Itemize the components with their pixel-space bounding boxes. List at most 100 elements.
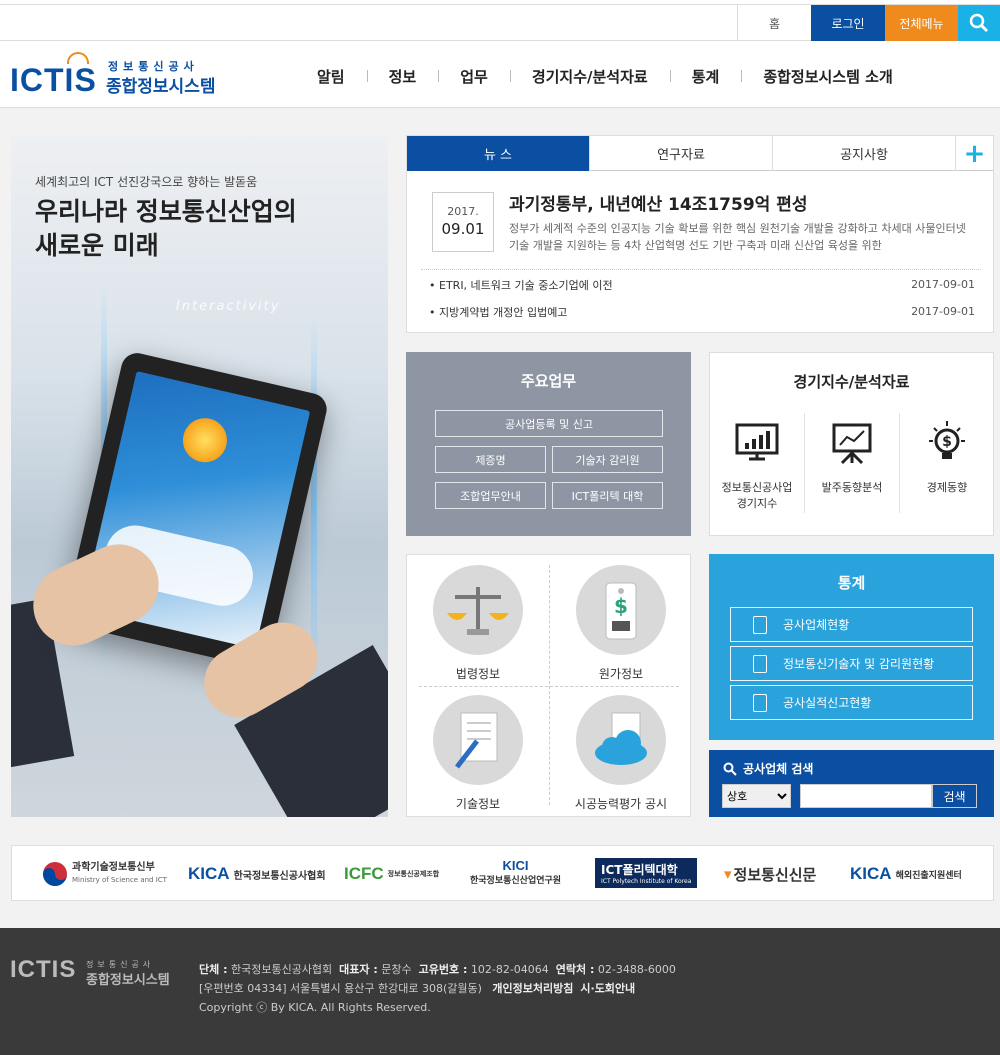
partner-logos: 과학기술정보통신부 Ministry of Science and ICT KIC…	[11, 845, 994, 901]
partner-logo-kica[interactable]: KICA 한국정보통신공사협회	[188, 860, 326, 888]
list-item[interactable]: • 지방계약법 개정안 입법예고 2017-09-01	[421, 299, 981, 324]
document-icon	[753, 616, 767, 634]
hero-title-line2: 새로운 미래	[35, 231, 159, 260]
main-business-title: 주요업무	[520, 372, 577, 390]
footer-line2: [우편번호 04334] 서울특별시 용산구 한강대로 308(갈월동) 개인정…	[199, 982, 636, 995]
stats-title: 통계	[837, 574, 866, 592]
svg-text:$: $	[614, 594, 628, 618]
news-date: 2017-09-01	[911, 278, 975, 291]
search-icon	[723, 762, 737, 776]
info-item-label: 시공능력평가 공시	[574, 797, 668, 811]
site-header: ICTIS 정보통신공사 종합정보시스템 알림 정보 업무 경기지수/분석자료 …	[0, 42, 1000, 108]
info-item-cost[interactable]: $ 원가정보	[550, 555, 692, 685]
chart-monitor-icon	[735, 423, 779, 461]
hero-banner: 세계최고의 ICT 선진강국으로 향하는 발돋움 우리나라 정보통신산업의 새로…	[11, 135, 388, 817]
stats-item-label: 공사업체현황	[783, 618, 850, 632]
registration-button[interactable]: 공사업등록 및 신고	[435, 410, 663, 437]
nav-item-work[interactable]: 업무	[438, 66, 510, 87]
search-type-select[interactable]: 상호	[722, 784, 791, 808]
partner-logo-polytech[interactable]: ICT폴리텍대학 ICT Polytech Institute of Korea	[595, 858, 698, 888]
partner-logo-newspaper[interactable]: ▾ 정보통신신문	[724, 860, 816, 888]
city-branch-link[interactable]: 시·도회안내	[580, 982, 635, 995]
svg-text:$: $	[942, 434, 952, 450]
privacy-policy-link[interactable]: 개인정보처리방침	[492, 982, 573, 995]
news-title: • 지방계약법 개정안 입법예고	[429, 305, 568, 319]
news-panel: 뉴 스 연구자료 공지사항 + 2017. 09.01 과기정통부, 내년예산 …	[406, 135, 994, 333]
hero-title: 우리나라 정보통신산업의 새로운 미래	[35, 195, 355, 263]
price-tag-icon: $	[576, 565, 666, 655]
more-plus-icon[interactable]: +	[956, 136, 993, 171]
stats-company-button[interactable]: 공사업체현황	[730, 607, 973, 642]
company-search-title: 공사업체 검색	[723, 760, 813, 777]
presentation-board-icon	[832, 423, 872, 465]
info-panel: 법령정보 $ 원가정보 기술정보 시공능력평가 공시	[406, 554, 691, 817]
info-item-label: 법령정보	[455, 667, 501, 681]
document-icon	[753, 655, 767, 673]
logo-sub2: 종합정보시스템	[106, 77, 216, 97]
index-item-economy[interactable]: $ 경제동향	[900, 413, 994, 523]
featured-headline[interactable]: 과기정통부, 내년예산 14조1759억 편성	[509, 190, 808, 215]
index-item-order-trend[interactable]: 발주동향분석	[805, 413, 899, 523]
partner-logo-icfc[interactable]: ICFC 정보통신공제조합	[344, 860, 439, 888]
search-button[interactable]	[958, 5, 1000, 41]
nav-item-info[interactable]: 정보	[366, 66, 439, 87]
nav-item-stats[interactable]: 통계	[669, 66, 742, 87]
list-item[interactable]: • ETRI, 네트워크 기술 중소기업에 이전 2017-09-01	[421, 272, 981, 297]
all-menu-button[interactable]: 전체메뉴	[885, 5, 958, 41]
partner-logo-kici[interactable]: KICI 한국정보통신산업연구원	[470, 858, 561, 886]
stats-engineer-button[interactable]: 정보통신기술자 및 감리원현황	[730, 646, 973, 681]
news-title: • ETRI, 네트워크 기술 중소기업에 이전	[429, 278, 613, 292]
top-utility-bar: 홈 로그인 전체메뉴	[0, 4, 1000, 41]
engineer-supervisor-button[interactable]: 기술자 감리원	[552, 446, 663, 473]
info-item-capability[interactable]: 시공능력평가 공시	[550, 685, 692, 815]
nav-item-about[interactable]: 종합정보시스템 소개	[741, 66, 914, 87]
search-icon	[969, 13, 989, 33]
stats-panel: 통계 공사업체현황 정보통신기술자 및 감리원현황 공사실적신고현황	[709, 554, 994, 740]
lightbulb-dollar-icon: $	[929, 421, 965, 459]
sun-icon	[178, 413, 232, 467]
company-search-button[interactable]: 검색	[932, 784, 977, 808]
partner-logo-ministry[interactable]: 과학기술정보통신부 Ministry of Science and ICT	[42, 860, 167, 888]
info-item-tech[interactable]: 기술정보	[407, 685, 549, 815]
ict-polytech-button[interactable]: ICT폴리텍 대학	[552, 482, 663, 509]
company-search-input[interactable]	[800, 784, 932, 808]
footer-logo-text: ICTIS	[10, 956, 77, 983]
main-business-panel: 주요업무 공사업등록 및 신고 제증명 기술자 감리원 조합업무안내 ICT폴리…	[406, 352, 691, 536]
index-item-business[interactable]: 정보통신공사업 경기지수	[710, 413, 804, 523]
footer-address: 단체 : 한국정보통신공사협회 대표자 : 문창수 고유번호 : 102-82-…	[199, 960, 676, 1017]
login-button[interactable]: 로그인	[811, 5, 885, 41]
index-item-label: 경제동향	[926, 481, 968, 494]
scale-icon	[433, 565, 523, 655]
hero-title-line1: 우리나라 정보통신산업의	[35, 197, 297, 226]
nav-item-index[interactable]: 경기지수/분석자료	[509, 66, 670, 87]
index-analysis-panel: 경기지수/분석자료 정보통신공사업 경기지수 발주동향분석 $ 경제동향	[709, 352, 994, 536]
partner-logo-overseas[interactable]: KICA 해외진출지원센터	[850, 860, 962, 888]
certificate-button[interactable]: 제증명	[435, 446, 546, 473]
nav-item-notice[interactable]: 알림	[300, 66, 367, 87]
main-nav: 알림 정보 업무 경기지수/분석자료 통계 종합정보시스템 소개	[300, 66, 915, 87]
hero-overlay-text: Interactivity	[176, 299, 281, 314]
featured-date: 2017. 09.01	[432, 192, 494, 252]
info-item-label: 원가정보	[598, 667, 644, 681]
document-search-icon	[753, 694, 767, 712]
taegeuk-icon	[43, 862, 67, 886]
home-link[interactable]: 홈	[737, 5, 811, 41]
tab-research[interactable]: 연구자료	[590, 136, 773, 171]
featured-day: 09.01	[441, 220, 485, 238]
featured-summary[interactable]: 정부가 세계적 수준의 인공지능 기술 확보를 위한 핵심 원천기술 개발을 강…	[509, 220, 979, 254]
company-search-panel: 공사업체 검색 상호 검색	[709, 750, 994, 817]
document-pen-icon	[433, 695, 523, 785]
stats-item-label: 정보통신기술자 및 감리원현황	[783, 657, 935, 671]
stats-item-label: 공사실적신고현황	[783, 696, 872, 710]
logo-text: ICTIS	[10, 62, 97, 98]
info-item-law[interactable]: 법령정보	[407, 555, 549, 685]
union-guide-button[interactable]: 조합업무안내	[435, 482, 546, 509]
news-date: 2017-09-01	[911, 305, 975, 318]
stats-performance-button[interactable]: 공사실적신고현황	[730, 685, 973, 720]
tab-news[interactable]: 뉴 스	[407, 136, 590, 171]
site-logo[interactable]: ICTIS 정보통신공사 종합정보시스템	[10, 50, 240, 100]
index-title: 경기지수/분석자료	[793, 373, 910, 391]
index-item-label: 정보통신공사업 경기지수	[721, 481, 793, 510]
info-item-label: 기술정보	[455, 797, 501, 811]
tab-notice[interactable]: 공지사항	[773, 136, 956, 171]
